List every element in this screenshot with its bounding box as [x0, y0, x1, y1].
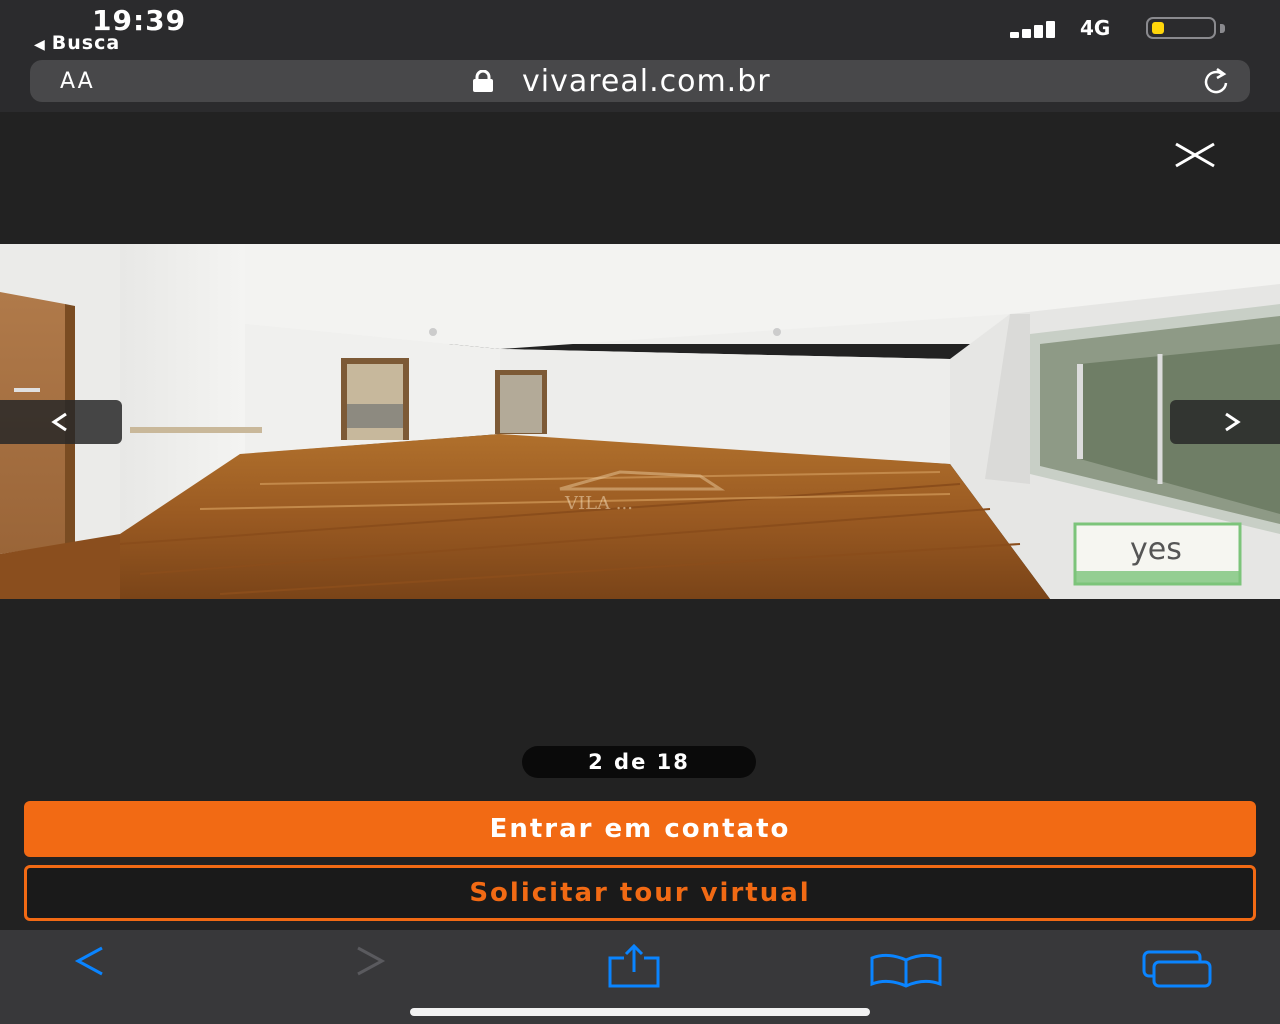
status-bar: 19:39 ◀ Busca 4G — [0, 0, 1280, 58]
back-chevron-icon[interactable] — [70, 944, 110, 978]
back-app-label: Busca — [51, 32, 121, 54]
forward-chevron-icon[interactable] — [350, 944, 390, 978]
reload-icon[interactable] — [1200, 66, 1232, 98]
center-watermark: VILA ... — [564, 493, 633, 514]
previous-photo-button[interactable] — [0, 400, 122, 444]
home-indicator — [410, 1008, 870, 1016]
address-bar[interactable]: AA vivareal.com.br — [30, 60, 1250, 102]
battery-level — [1152, 22, 1164, 34]
virtual-tour-button[interactable]: Solicitar tour virtual — [24, 865, 1256, 921]
url-text: vivareal.com.br — [522, 64, 771, 99]
battery-cap — [1220, 24, 1225, 33]
close-icon[interactable] — [1172, 132, 1218, 178]
property-photo[interactable]: VILA ... yes — [0, 244, 1280, 599]
next-photo-button[interactable] — [1170, 400, 1280, 444]
back-triangle-icon: ◀ — [34, 37, 46, 53]
share-icon[interactable] — [604, 944, 664, 988]
contact-button[interactable]: Entrar em contato — [24, 801, 1256, 857]
chevron-right-icon — [1225, 412, 1241, 432]
network-type: 4G — [1080, 16, 1111, 40]
corner-watermark: yes — [1130, 532, 1182, 567]
book-icon[interactable] — [868, 944, 944, 988]
chevron-left-icon — [51, 412, 67, 432]
lock-icon — [473, 70, 493, 92]
back-to-app-link[interactable]: ◀ Busca — [34, 32, 120, 54]
signal-icon — [1010, 20, 1068, 38]
battery-icon — [1146, 17, 1216, 39]
tabs-icon[interactable] — [1140, 944, 1216, 988]
reader-settings-button[interactable]: AA — [60, 69, 95, 94]
photo-counter: 2 de 18 — [522, 746, 756, 778]
address-bar-area: AA vivareal.com.br — [0, 58, 1280, 112]
